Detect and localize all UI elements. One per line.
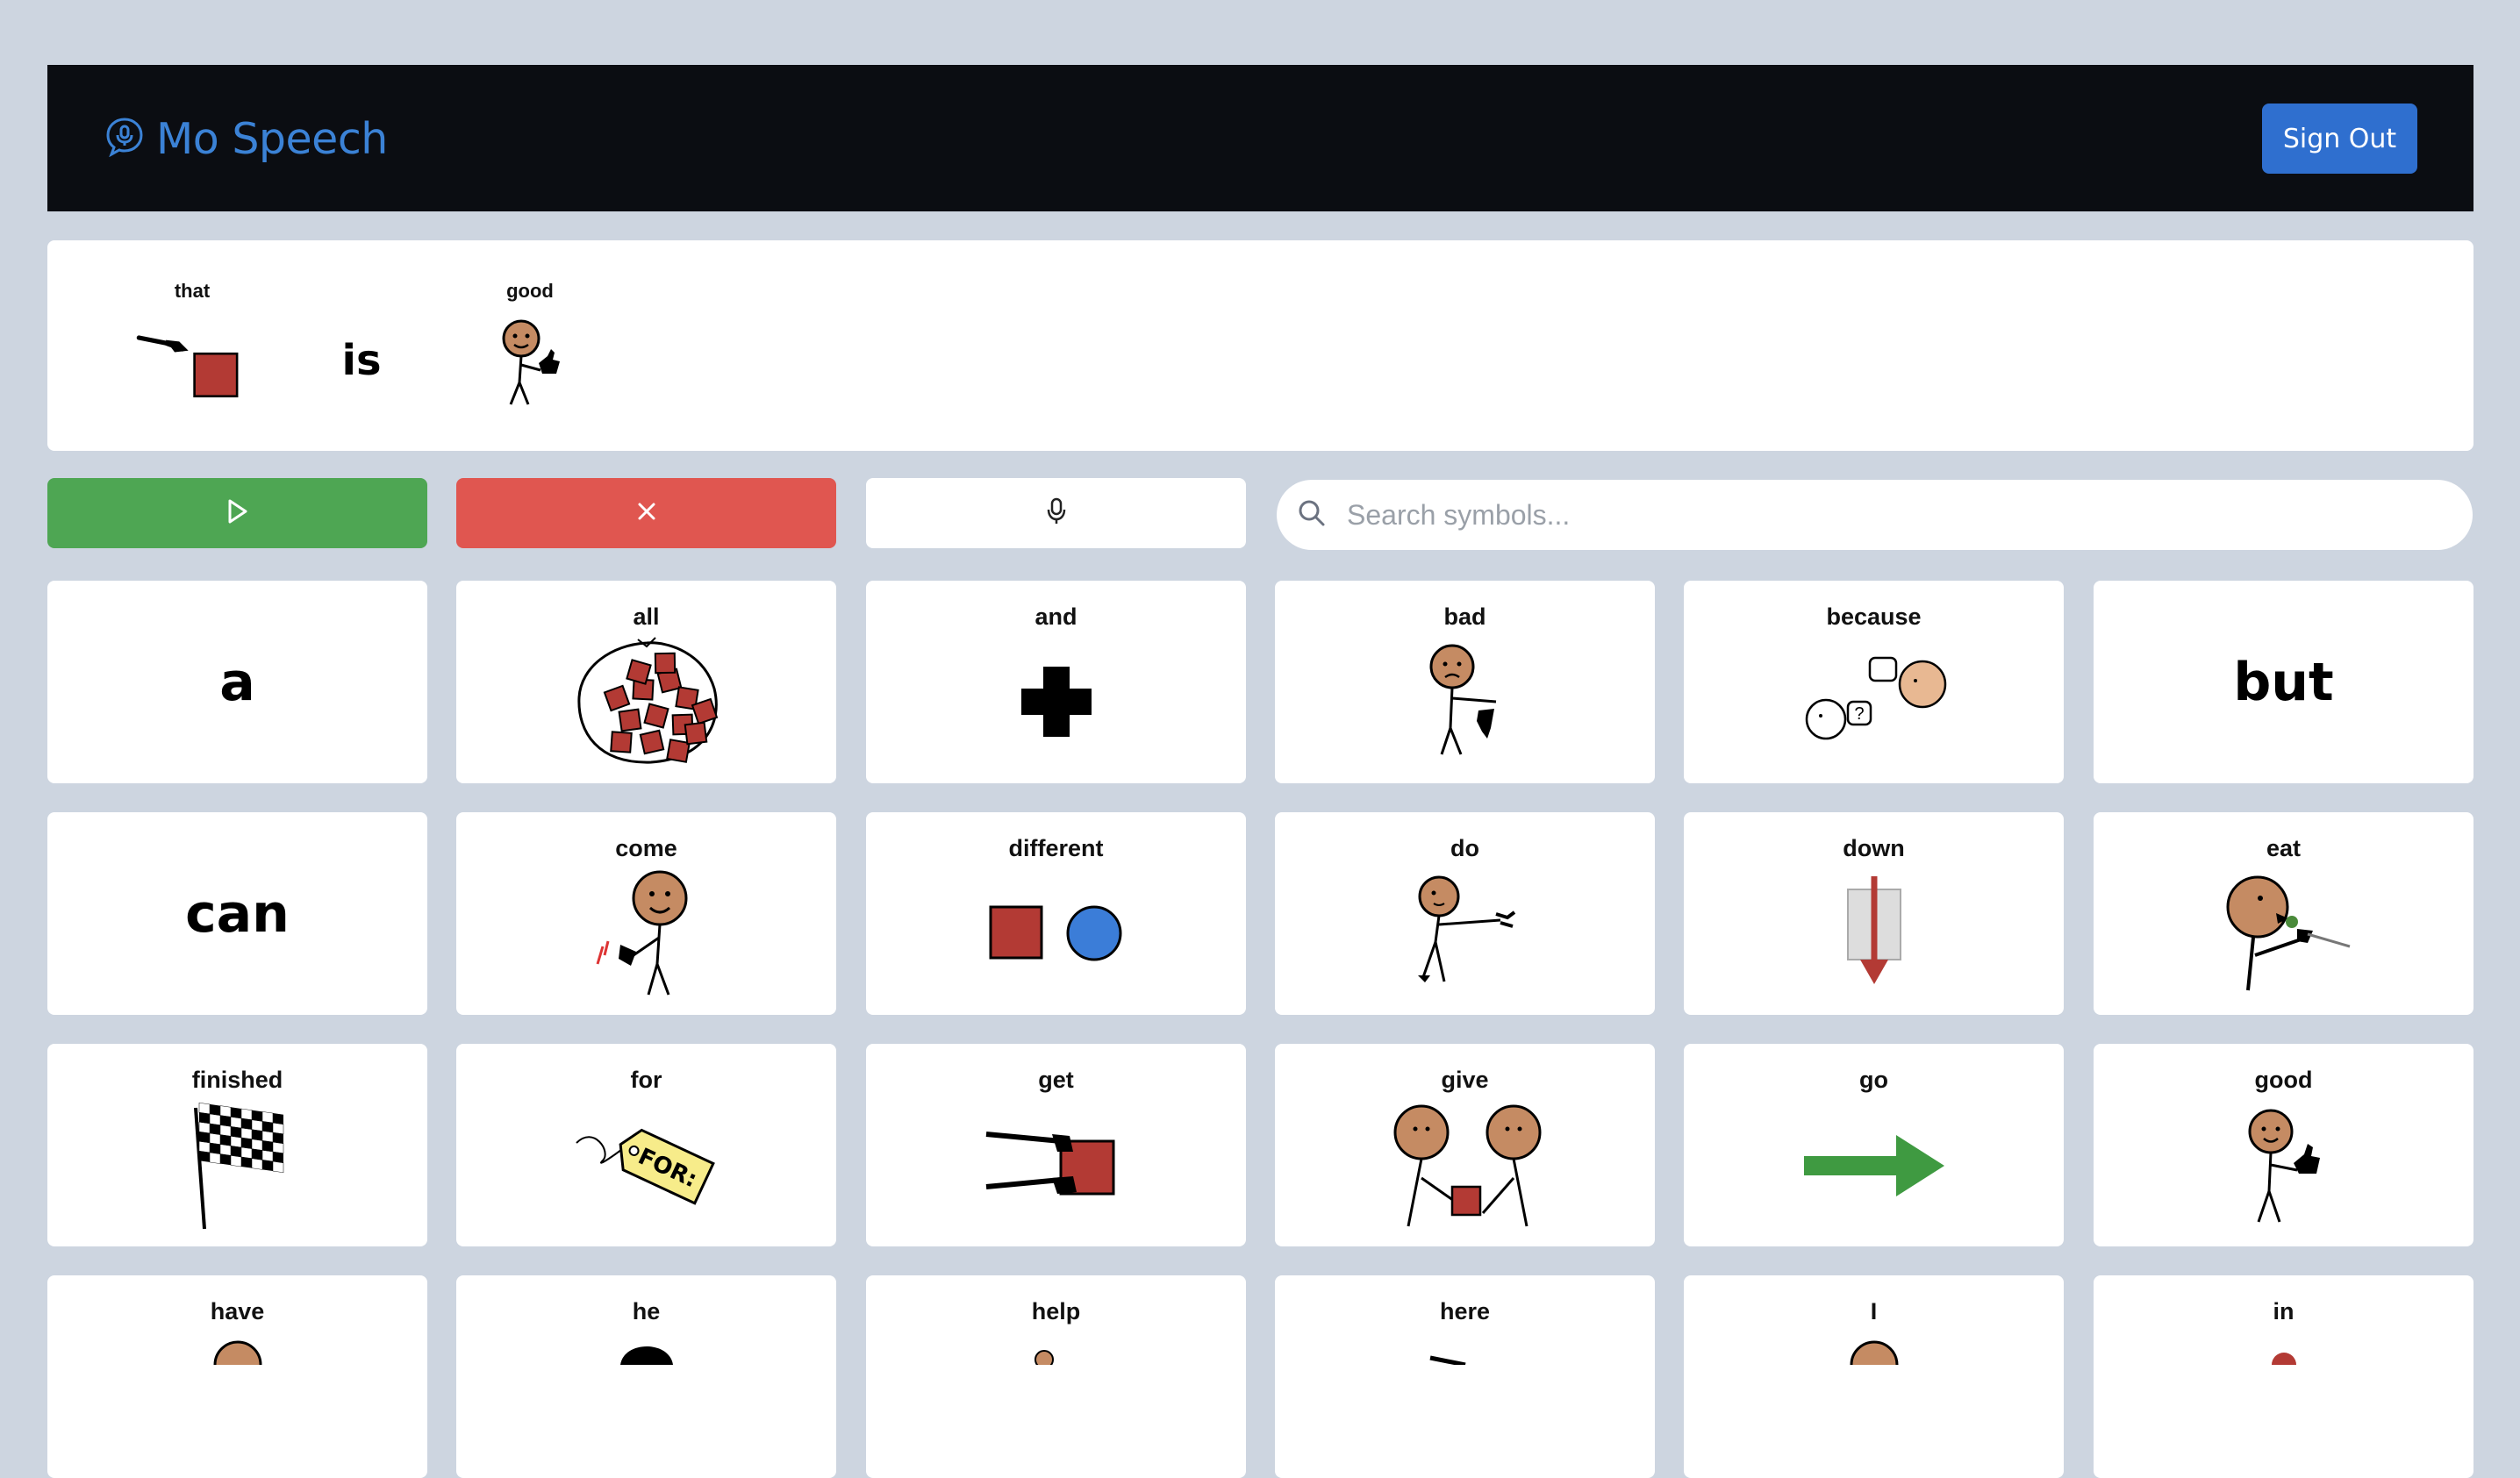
symbol-label: come — [615, 835, 677, 861]
symbol-tile[interactable]: but — [2094, 581, 2473, 783]
sentence-word-text: is — [341, 336, 382, 385]
come-beckon-icon — [456, 863, 836, 1003]
symbol-tile[interactable]: he — [456, 1275, 836, 1478]
symbol-tile[interactable]: and — [866, 581, 1246, 783]
symbol-word: can — [185, 882, 290, 945]
sentence-word-label: good — [506, 280, 554, 302]
symbol-label: have — [210, 1298, 265, 1324]
symbol-tile[interactable]: eat — [2094, 812, 2473, 1015]
symbol-tile[interactable]: a — [47, 581, 427, 783]
symbol-label: help — [1031, 1298, 1081, 1324]
sentence-word-label — [304, 279, 419, 303]
symbol-label: good — [2254, 1067, 2313, 1093]
search-icon — [1298, 499, 1326, 532]
get-hand-icon — [866, 1095, 1246, 1235]
symbol-tile[interactable]: all — [456, 581, 836, 783]
symbol-tile[interactable]: because? — [1684, 581, 2064, 783]
i-person-icon — [1684, 1330, 2064, 1365]
symbol-tile[interactable]: finished — [47, 1044, 427, 1246]
right-arrow-icon — [1684, 1095, 2064, 1235]
sentence-word-good[interactable]: good — [473, 279, 587, 418]
symbol-tile[interactable]: go — [1684, 1044, 2064, 1246]
symbol-tile[interactable]: help — [866, 1275, 1246, 1478]
symbol-label: get — [1038, 1067, 1074, 1093]
symbol-label: in — [2273, 1298, 2294, 1324]
symbol-label: here — [1439, 1298, 1491, 1324]
symbol-tile[interactable]: I — [1684, 1275, 2064, 1478]
app-header: Mo Speech Sign Out — [47, 65, 2473, 211]
for-tag-icon: FOR: — [456, 1095, 836, 1235]
symbol-tile[interactable]: have — [47, 1275, 427, 1478]
symbol-tile[interactable]: can — [47, 812, 427, 1015]
speak-button[interactable] — [47, 478, 427, 548]
symbol-label: give — [1441, 1067, 1489, 1093]
symbol-tile[interactable]: good — [2094, 1044, 2473, 1246]
symbol-tile[interactable]: for FOR: — [456, 1044, 836, 1246]
symbol-word: but — [2233, 651, 2334, 713]
microphone-button[interactable] — [866, 478, 1246, 548]
here-icon — [1275, 1330, 1655, 1365]
play-icon — [226, 498, 249, 529]
symbol-tile[interactable]: get — [866, 1044, 1246, 1246]
symbol-tile[interactable]: come — [456, 812, 836, 1015]
symbol-tile[interactable]: bad — [1275, 581, 1655, 783]
symbol-label: down — [1843, 835, 1905, 861]
symbol-label: do — [1450, 835, 1479, 861]
all-icon — [456, 632, 836, 772]
microphone-icon — [1046, 497, 1067, 530]
sentence-word-label: that — [174, 280, 211, 302]
symbol-label: because — [1826, 603, 1922, 630]
good-thumbs-up-icon — [473, 303, 587, 418]
good-thumbs-up-icon — [2094, 1095, 2473, 1235]
symbol-label: different — [1008, 835, 1104, 861]
symbol-label: and — [1034, 603, 1077, 630]
have-icon — [47, 1330, 427, 1365]
close-icon — [636, 501, 657, 526]
in-icon — [2094, 1330, 2473, 1365]
that-pointing-icon — [135, 303, 249, 418]
down-arrow-icon — [1684, 863, 2064, 1003]
different-shapes-icon — [866, 863, 1246, 1003]
symbol-label: all — [633, 603, 660, 630]
app-title: Mo Speech — [156, 113, 388, 164]
symbol-search[interactable] — [1277, 480, 2473, 550]
symbol-tile[interactable]: give — [1275, 1044, 1655, 1246]
symbol-label: bad — [1443, 603, 1486, 630]
svg-text:?: ? — [1854, 704, 1864, 724]
symbol-label: eat — [2266, 835, 2302, 861]
symbol-label: I — [1870, 1298, 1878, 1324]
sign-out-button[interactable]: Sign Out — [2262, 104, 2417, 174]
sentence-bar[interactable]: that is good — [47, 240, 2473, 451]
because-icon: ? — [1684, 632, 2064, 772]
thumbs-down-person-icon — [1275, 632, 1655, 772]
symbol-label: go — [1859, 1067, 1888, 1093]
he-icon — [456, 1330, 836, 1365]
symbol-label: for — [630, 1067, 662, 1093]
search-input[interactable] — [1345, 497, 2402, 532]
sentence-word-is[interactable]: is — [304, 279, 419, 418]
do-person-icon — [1275, 863, 1655, 1003]
app-logo[interactable]: Mo Speech — [105, 113, 388, 164]
symbol-tile[interactable]: different — [866, 812, 1246, 1015]
symbol-tile[interactable]: here — [1275, 1275, 1655, 1478]
symbol-word: a — [219, 651, 255, 713]
speech-bubble-mic-icon — [105, 117, 144, 161]
symbol-tile[interactable]: in — [2094, 1275, 2473, 1478]
sentence-word-that[interactable]: that — [135, 279, 249, 418]
symbol-tile[interactable]: down — [1684, 812, 2064, 1015]
symbol-label: he — [632, 1298, 661, 1324]
help-icon — [866, 1330, 1246, 1365]
symbol-tile[interactable]: do — [1275, 812, 1655, 1015]
symbol-label: finished — [191, 1067, 283, 1093]
plus-icon — [866, 632, 1246, 772]
eat-person-icon — [2094, 863, 2473, 1003]
give-people-icon — [1275, 1095, 1655, 1235]
checkered-flag-icon — [47, 1095, 427, 1235]
clear-button[interactable] — [456, 478, 836, 548]
